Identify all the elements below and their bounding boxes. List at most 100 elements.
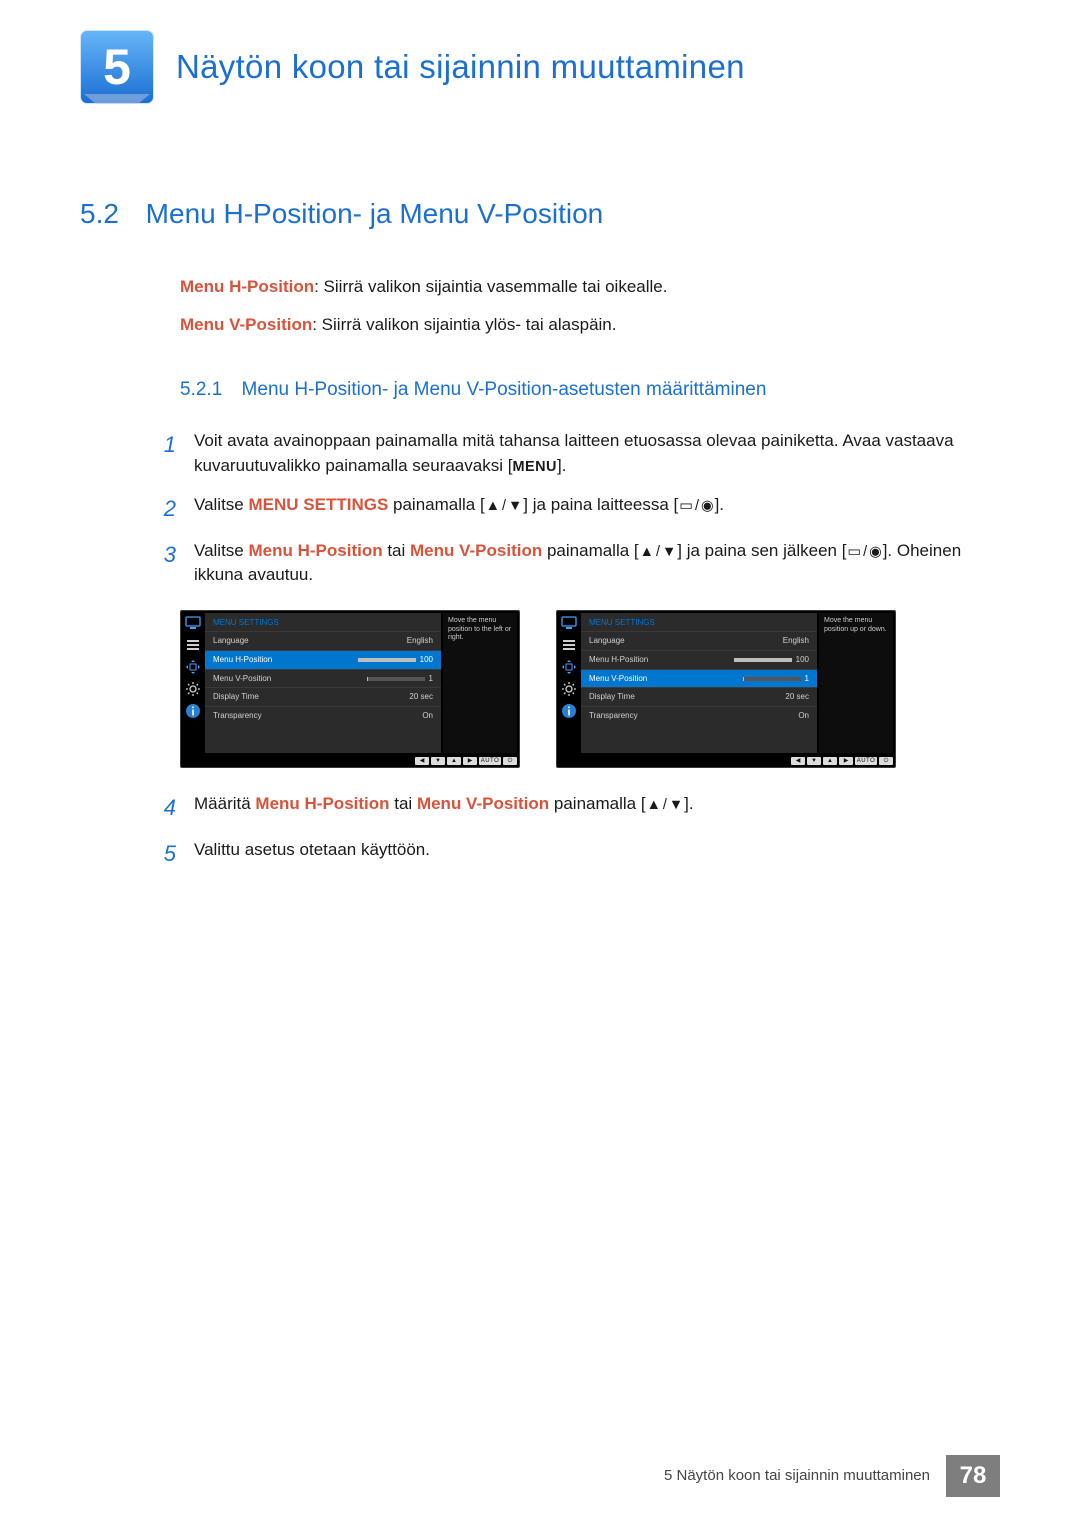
v-pos-emph: Menu V-Position	[417, 794, 549, 813]
arrow-up-icon: ▲	[647, 798, 661, 812]
info-icon	[185, 703, 201, 719]
osd-mockup-v: MENU SETTINGS LanguageEnglish Menu H-Pos…	[556, 610, 896, 768]
section-number: 5.2	[80, 198, 119, 229]
definition-v: Menu V-Position: Siirrä valikon sijainti…	[180, 313, 1000, 338]
info-icon	[561, 703, 577, 719]
row-value: English	[312, 632, 442, 651]
step5-a: Valittu asetus otetaan käyttöön.	[194, 840, 430, 859]
v-pos-emph: Menu V-Position	[410, 541, 542, 560]
arrow-right-icon: ▶	[839, 757, 853, 765]
arrow-down-icon: ▼	[807, 757, 821, 765]
power-icon: ⏻	[503, 757, 517, 765]
row-value: 100	[312, 651, 442, 670]
row-label: Menu H-Position	[581, 651, 688, 670]
row-label: Language	[205, 632, 312, 651]
step1-b: ].	[557, 456, 566, 475]
row-value: English	[688, 632, 818, 651]
table-row: Display Time20 sec	[205, 688, 441, 707]
osd-main: MENU SETTINGS LanguageEnglish Menu H-Pos…	[205, 613, 441, 753]
rect-icon: ▭	[679, 499, 693, 513]
def-h-text: : Siirrä valikon sijaintia vasemmalle ta…	[314, 277, 667, 296]
arrow-down-icon: ▼	[508, 499, 522, 513]
section-title: Menu H-Position- ja Menu V-Position	[146, 198, 604, 229]
h-pos-emph: Menu H-Position	[255, 794, 389, 813]
table-row: Menu H-Position100	[581, 651, 817, 670]
enter-icon: ◉	[869, 545, 882, 559]
arrow-down-icon: ▼	[662, 545, 676, 559]
row-value: 20 sec	[312, 688, 442, 707]
step-5: 5 Valittu asetus otetaan käyttöön.	[154, 838, 1000, 870]
osd-table: LanguageEnglish Menu H-Position100 Menu …	[581, 631, 817, 724]
row-label: Menu V-Position	[205, 669, 312, 688]
row-value: On	[688, 706, 818, 724]
osd-tooltip: Move the menu position to the left or ri…	[443, 613, 517, 753]
menu-label: MENU	[512, 459, 557, 475]
osd-button-bar: ◀ ▼ ▲ ▶ AUTO ⏻	[181, 755, 519, 767]
page-number: 78	[946, 1455, 1000, 1497]
row-label: Menu H-Position	[205, 651, 312, 670]
step1-a: Voit avata avainoppaan painamalla mitä t…	[194, 431, 954, 475]
def-v-text: : Siirrä valikon sijaintia ylös- tai ala…	[312, 315, 616, 334]
row-label: Transparency	[581, 706, 688, 724]
osd-sidebar	[557, 613, 581, 753]
slash: /	[863, 545, 867, 559]
step4-mid: tai	[390, 794, 417, 813]
step-num: 4	[154, 792, 176, 824]
table-row-selected: Menu H-Position100	[205, 651, 441, 670]
subsection-title: Menu H-Position- ja Menu V-Position-aset…	[242, 379, 767, 400]
osd-mockup-h: MENU SETTINGS LanguageEnglish Menu H-Pos…	[180, 610, 520, 768]
row-value: 1	[688, 669, 818, 688]
step4-a: Määritä	[194, 794, 255, 813]
auto-button: AUTO	[855, 757, 877, 765]
arrow-down-icon: ▼	[431, 757, 445, 765]
step2-a: Valitse	[194, 495, 249, 514]
subsection-number: 5.2.1	[180, 379, 222, 400]
table-row: LanguageEnglish	[205, 632, 441, 651]
menu-settings-emph: MENU SETTINGS	[249, 495, 389, 514]
slash: /	[656, 545, 660, 559]
step3-a: Valitse	[194, 541, 249, 560]
step3-mid: tai	[383, 541, 410, 560]
footer-text: 5 Näytön koon tai sijainnin muuttaminen	[664, 1465, 930, 1487]
move-icon	[185, 659, 201, 675]
gear-icon	[561, 681, 577, 697]
table-row: Display Time20 sec	[581, 688, 817, 707]
h-pos-emph: Menu H-Position	[249, 541, 383, 560]
step2-c: ] ja paina laitteessa [	[523, 495, 678, 514]
chapter-title: Näytön koon tai sijainnin muuttaminen	[176, 43, 745, 91]
osd-tooltip: Move the menu position up or down.	[819, 613, 893, 753]
osd-sidebar	[181, 613, 205, 753]
power-icon: ⏻	[879, 757, 893, 765]
table-row: Menu V-Position1	[205, 669, 441, 688]
row-value: On	[312, 706, 442, 724]
osd-title: MENU SETTINGS	[205, 613, 441, 632]
arrow-up-icon: ▲	[486, 499, 500, 513]
rect-icon: ▭	[847, 545, 861, 559]
arrow-right-icon: ▶	[463, 757, 477, 765]
row-label: Display Time	[205, 688, 312, 707]
chapter-badge: 5	[80, 30, 154, 104]
section-header: 5.2 Menu H-Position- ja Menu V-Position	[80, 194, 1000, 235]
arrow-up-icon: ▲	[823, 757, 837, 765]
enter-icon: ◉	[701, 499, 714, 513]
step-num: 5	[154, 838, 176, 870]
term-v: Menu V-Position	[180, 315, 312, 334]
step-num: 2	[154, 493, 176, 525]
arrow-left-icon: ◀	[791, 757, 805, 765]
monitor-icon	[185, 615, 201, 631]
move-icon	[561, 659, 577, 675]
chapter-number: 5	[80, 30, 154, 104]
step3-c: ] ja paina sen jälkeen [	[677, 541, 846, 560]
definition-h: Menu H-Position: Siirrä valikon sijainti…	[180, 275, 1000, 300]
row-label: Menu V-Position	[581, 669, 688, 688]
step3-b: painamalla [	[542, 541, 638, 560]
list-icon	[561, 637, 577, 653]
osd-main: MENU SETTINGS LanguageEnglish Menu H-Pos…	[581, 613, 817, 753]
table-row: TransparencyOn	[205, 706, 441, 724]
osd-title: MENU SETTINGS	[581, 613, 817, 632]
row-value: 100	[688, 651, 818, 670]
row-label: Language	[581, 632, 688, 651]
arrow-up-icon: ▲	[447, 757, 461, 765]
osd-button-bar: ◀ ▼ ▲ ▶ AUTO ⏻	[557, 755, 895, 767]
step2-d: ].	[715, 495, 724, 514]
